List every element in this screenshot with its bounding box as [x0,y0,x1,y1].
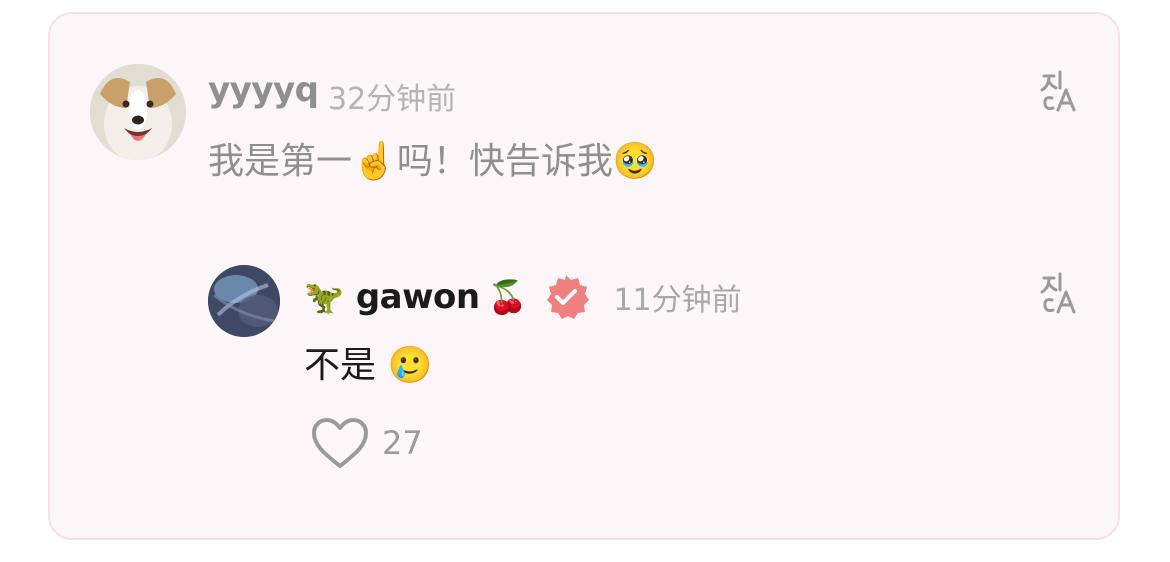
translate-icon[interactable] [1038,270,1082,314]
reply-username[interactable]: gawon [356,277,480,317]
avatar-yyyyq[interactable] [90,64,186,160]
comment-card: yyyyq 32分钟前 我是第一☝️吗！快告诉我🥹 🦖 gawon 🍒 11分钟… [48,12,1120,540]
avatar-gawon[interactable] [208,265,280,337]
reply-timestamp: 11分钟前 [613,283,742,318]
comment-timestamp: 32分钟前 [328,82,457,117]
comment-username[interactable]: yyyyq [208,70,319,110]
like-count: 27 [382,424,423,462]
heart-icon[interactable] [310,416,370,472]
reply-text: 不是 🥲 [304,345,433,386]
verified-badge-icon [541,272,591,322]
comment-text: 我是第一☝️吗！快告诉我🥹 [208,141,658,182]
translate-icon[interactable] [1038,68,1082,112]
cherry-emoji: 🍒 [487,278,528,316]
reply-header: 🦖 gawon 🍒 11分钟前 [304,272,742,322]
dinosaur-emoji: 🦖 [304,278,344,316]
